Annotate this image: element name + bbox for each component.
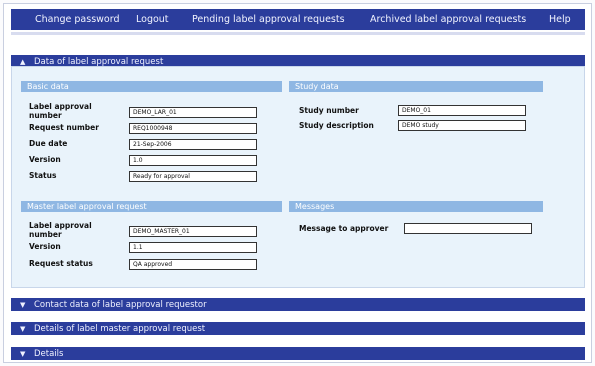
- status-field[interactable]: Ready for approval: [129, 171, 257, 182]
- study-number-label: Study number: [299, 106, 359, 115]
- label-approval-number-label: Label approval number: [29, 102, 92, 120]
- version-field[interactable]: 1.0: [129, 155, 257, 166]
- master-version-label: Version: [29, 242, 61, 251]
- section-title: Contact data of label approval requestor: [34, 299, 207, 310]
- label-approval-number-field[interactable]: DEMO_LAR_01: [129, 107, 257, 118]
- request-number-field[interactable]: REQ1000948: [129, 123, 257, 134]
- due-date-field[interactable]: 21-Sep-2006: [129, 139, 257, 150]
- messages-header: Messages: [289, 201, 543, 212]
- section-header-contact-data[interactable]: ▼ Contact data of label approval request…: [11, 298, 585, 311]
- request-status-label: Request status: [29, 259, 93, 268]
- chevron-down-icon: ▼: [20, 300, 26, 309]
- status-label: Status: [29, 171, 57, 180]
- logout-link[interactable]: Logout: [136, 14, 169, 25]
- section-title: Details: [34, 348, 64, 359]
- request-number-label: Request number: [29, 123, 99, 132]
- study-description-field[interactable]: DEMO study: [398, 120, 526, 131]
- version-label: Version: [29, 155, 61, 164]
- due-date-label: Due date: [29, 139, 68, 148]
- nav-divider: [11, 32, 585, 35]
- label-approval-data-panel: Basic data Label approval number DEMO_LA…: [11, 66, 585, 288]
- master-label-approval-number-label: Label approval number: [29, 221, 92, 239]
- help-link[interactable]: Help: [549, 14, 571, 25]
- master-label-approval-number-field[interactable]: DEMO_MASTER_01: [129, 226, 257, 237]
- message-to-approver-label: Message to approver: [299, 224, 389, 233]
- top-nav-bar: Change password Logout Pending label app…: [11, 9, 585, 35]
- chevron-down-icon: ▼: [20, 349, 26, 358]
- chevron-up-icon: ▲: [20, 57, 26, 66]
- request-status-field[interactable]: QA approved: [129, 259, 257, 270]
- basic-data-header: Basic data: [21, 81, 282, 92]
- study-data-header: Study data: [289, 81, 543, 92]
- archived-requests-link[interactable]: Archived label approval requests: [370, 14, 526, 25]
- master-version-field[interactable]: 1.1: [129, 242, 257, 253]
- section-title: Data of label approval request: [34, 56, 164, 67]
- section-header-details[interactable]: ▼ Details: [11, 347, 585, 360]
- section-title: Details of label master approval request: [34, 323, 206, 334]
- master-request-header: Master label approval request: [21, 201, 282, 212]
- section-header-master-details[interactable]: ▼ Details of label master approval reque…: [11, 322, 585, 335]
- study-description-label: Study description: [299, 121, 374, 130]
- study-number-field[interactable]: DEMO_01: [398, 105, 526, 116]
- chevron-down-icon: ▼: [20, 324, 26, 333]
- pending-requests-link[interactable]: Pending label approval requests: [192, 14, 345, 25]
- change-password-link[interactable]: Change password: [35, 14, 120, 25]
- message-to-approver-field[interactable]: [404, 223, 532, 234]
